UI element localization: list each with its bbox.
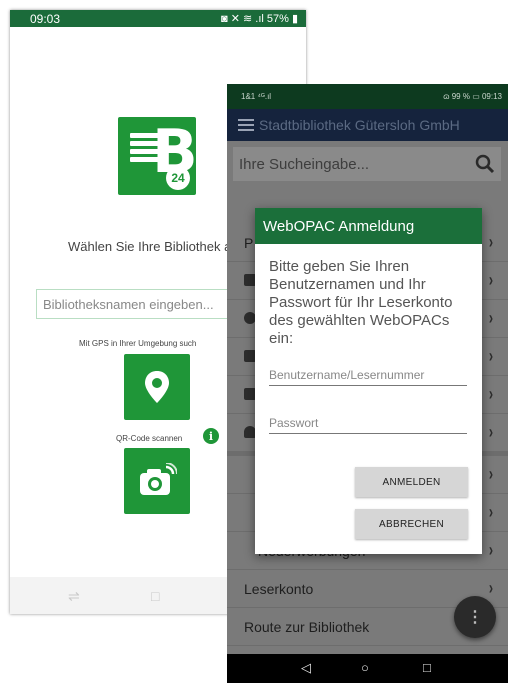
gps-locate-button[interactable] <box>124 354 190 420</box>
recent-apps-icon[interactable]: □ <box>423 660 431 675</box>
status-time: 09:03 <box>30 11 61 26</box>
webopac-login-screen: 1&1 ⁴ᴳ.ıl ɷ 99 % ▭ 09:13 Stadtbibliothek… <box>227 84 508 683</box>
more-options-button[interactable]: ⋮ <box>454 596 496 638</box>
app-logo: B 24 <box>118 117 198 195</box>
chevron-right-icon: › <box>488 422 494 442</box>
gps-search-label: Mit GPS in Ihrer Umgebung such <box>79 339 197 348</box>
app-toolbar: Stadtbibliothek Gütersloh GmbH <box>227 109 508 141</box>
dialog-title: WebOPAC Anmeldung <box>255 208 482 244</box>
chevron-right-icon: › <box>488 502 494 522</box>
location-pin-icon <box>145 371 169 403</box>
navigation-bar: ◁ ○ □ <box>227 654 508 683</box>
list-item-label: P <box>244 235 254 251</box>
list-item-label: Leserkonto <box>244 581 314 597</box>
screenshot-composite: 09:03 ◙ ✕ ≋ .ıl 57% ▮ B 24 Wählen Sie Ih… <box>0 0 508 683</box>
app-title: Stadtbibliothek Gütersloh GmbH <box>259 117 460 133</box>
chevron-right-icon: › <box>488 464 494 484</box>
chevron-right-icon: › <box>488 540 494 560</box>
camera-icon <box>140 463 177 495</box>
home-icon[interactable]: □ <box>151 588 159 604</box>
catalog-search-bar[interactable]: Ihre Sucheingabe... <box>233 147 501 181</box>
info-icon[interactable]: i <box>203 428 219 444</box>
qr-scan-button[interactable] <box>124 448 190 514</box>
status-indicators: ɷ 99 % ▭ 09:13 <box>443 92 502 101</box>
status-bar: 09:03 ◙ ✕ ≋ .ıl 57% ▮ <box>10 10 306 27</box>
logo-badge: 24 <box>166 166 190 190</box>
back-icon[interactable]: ◁ <box>301 660 311 676</box>
home-icon[interactable]: ○ <box>361 660 369 675</box>
login-button[interactable]: ANMELDEN <box>355 467 468 497</box>
login-dialog: WebOPAC Anmeldung Bitte geben Sie Ihren … <box>255 208 482 554</box>
carrier-signal: 1&1 ⁴ᴳ.ıl <box>241 92 272 101</box>
chevron-right-icon: › <box>488 308 494 328</box>
catalog-search-input[interactable]: Ihre Sucheingabe... <box>239 156 369 173</box>
chevron-right-icon: › <box>488 232 494 252</box>
menu-icon[interactable] <box>238 119 254 131</box>
chevron-right-icon: › <box>488 578 494 598</box>
recent-apps-icon[interactable]: ⇌ <box>68 588 80 605</box>
library-search-input[interactable] <box>36 289 256 319</box>
dialog-message: Bitte geben Sie Ihren Benutzernamen und … <box>269 258 453 347</box>
chevron-right-icon: › <box>488 384 494 404</box>
status-indicators: ◙ ✕ ≋ .ıl 57% ▮ <box>221 13 298 25</box>
list-item-label: Route zur Bibliothek <box>244 619 370 635</box>
search-icon[interactable] <box>475 154 495 174</box>
chevron-right-icon: › <box>488 270 494 290</box>
cancel-button[interactable]: ABBRECHEN <box>355 509 468 539</box>
qr-scan-label: QR-Code scannen <box>116 434 183 443</box>
password-field[interactable] <box>269 414 467 434</box>
username-field[interactable] <box>269 366 467 386</box>
status-bar: 1&1 ⁴ᴳ.ıl ɷ 99 % ▭ 09:13 <box>227 84 508 109</box>
choose-library-text: Wählen Sie Ihre Bibliothek a <box>68 239 232 254</box>
chevron-right-icon: › <box>488 346 494 366</box>
